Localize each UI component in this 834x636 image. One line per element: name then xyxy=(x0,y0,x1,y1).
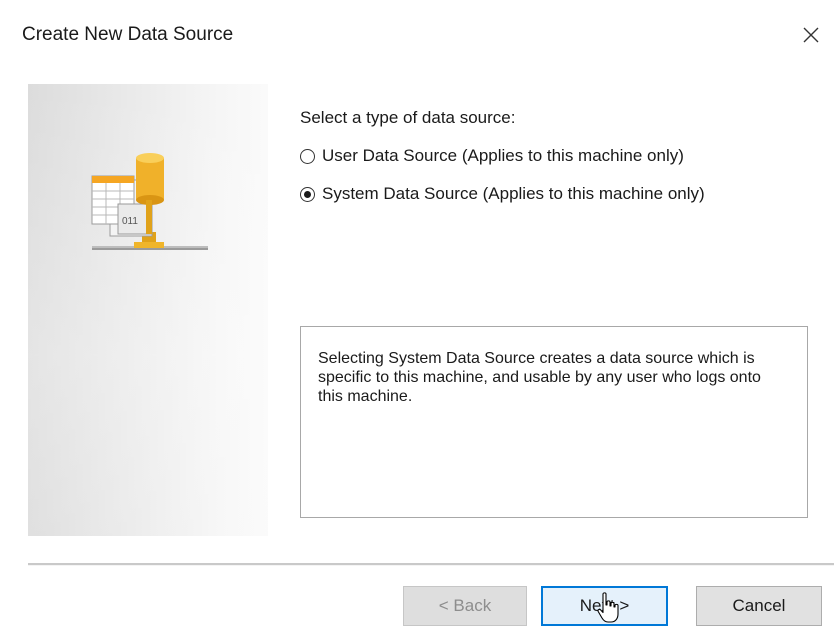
cancel-button[interactable]: Cancel xyxy=(696,586,822,626)
title-bar: Create New Data Source xyxy=(0,0,834,72)
data-source-database-icon: 011 xyxy=(91,153,208,250)
description-text: Selecting System Data Source creates a d… xyxy=(318,350,761,405)
create-new-data-source-dialog: Create New Data Source 011 Select a type… xyxy=(0,0,834,636)
svg-text:011: 011 xyxy=(122,216,138,227)
user-data-source-label: User Data Source (Applies to this machin… xyxy=(322,146,684,165)
system-data-source-option[interactable]: System Data Source (Applies to this mach… xyxy=(300,184,705,204)
close-button[interactable] xyxy=(788,12,834,58)
next-button[interactable]: Next > xyxy=(541,586,668,626)
system-data-source-radio[interactable] xyxy=(300,186,315,202)
system-data-source-label: System Data Source (Applies to this mach… xyxy=(322,184,705,203)
wizard-side-panel: 011 xyxy=(28,84,268,536)
description-box: Selecting System Data Source creates a d… xyxy=(300,326,808,518)
data-source-type-label: Select a type of data source: xyxy=(300,108,516,127)
user-data-source-radio[interactable] xyxy=(300,148,315,164)
user-data-source-option[interactable]: User Data Source (Applies to this machin… xyxy=(300,146,684,166)
window-title: Create New Data Source xyxy=(22,24,234,45)
back-button[interactable]: < Back xyxy=(403,586,527,626)
close-icon xyxy=(803,27,819,43)
footer-separator xyxy=(28,563,834,566)
